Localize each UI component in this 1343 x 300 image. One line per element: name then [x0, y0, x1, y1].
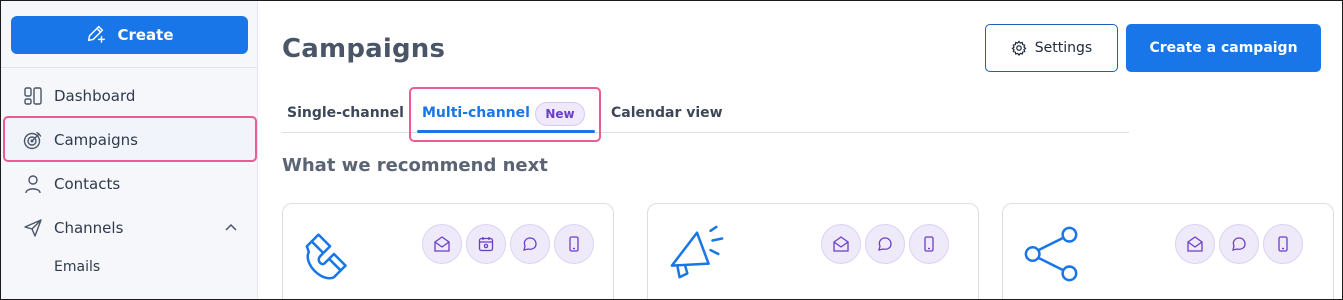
create-campaign-button[interactable]: Create a campaign [1126, 24, 1321, 72]
chat-icon [510, 224, 550, 264]
create-button[interactable]: Create [11, 16, 248, 54]
settings-button[interactable]: Settings [985, 24, 1118, 72]
person-icon [23, 174, 43, 194]
pencil-plus-icon [85, 22, 107, 48]
channel-chips [422, 224, 594, 264]
channel-chips [821, 224, 949, 264]
chevron-up-icon[interactable] [223, 220, 239, 236]
tab-multi-channel[interactable]: Multi-channel [422, 105, 530, 121]
share-icon [1024, 226, 1078, 282]
magnet-icon [305, 233, 347, 280]
sidebar-subitem-emails[interactable]: Emails [54, 259, 100, 275]
email-icon [1175, 224, 1215, 264]
active-tab-indicator [417, 130, 595, 133]
settings-label: Settings [1034, 40, 1093, 56]
target-icon [23, 130, 43, 150]
sidebar-item-campaigns[interactable]: Campaigns [1, 118, 257, 162]
sidebar-divider [1, 67, 257, 68]
email-icon [821, 224, 861, 264]
chat-icon [865, 224, 905, 264]
recommendation-card[interactable] [1002, 203, 1334, 299]
mobile-icon [554, 224, 594, 264]
sidebar-item-label: Campaigns [54, 131, 139, 149]
chat-icon [1219, 224, 1259, 264]
new-badge: New [535, 102, 585, 126]
app-window: Create Dashboard Campaigns Contacts Chan… [0, 0, 1343, 300]
mobile-icon [1263, 224, 1303, 264]
megaphone-icon [670, 225, 724, 279]
sidebar-item-label: Dashboard [54, 87, 136, 105]
section-title: What we recommend next [282, 155, 548, 176]
channel-chips [1175, 224, 1303, 264]
dashboard-icon [23, 86, 43, 106]
tab-calendar-view[interactable]: Calendar view [611, 105, 723, 121]
recommendation-card[interactable] [647, 203, 979, 299]
recommendation-card[interactable] [282, 203, 614, 299]
sidebar-item-dashboard[interactable]: Dashboard [1, 74, 257, 118]
sidebar-item-channels[interactable]: Channels [1, 206, 257, 250]
tab-single-channel[interactable]: Single-channel [287, 105, 404, 121]
sidebar-item-label: Channels [54, 219, 124, 237]
page-title: Campaigns [282, 34, 446, 64]
create-button-label: Create [117, 26, 174, 44]
sidebar: Create Dashboard Campaigns Contacts Chan… [1, 1, 258, 299]
calendar-icon [466, 224, 506, 264]
gear-icon [1011, 40, 1027, 56]
mobile-icon [909, 224, 949, 264]
send-icon [23, 218, 43, 238]
sidebar-item-contacts[interactable]: Contacts [1, 162, 257, 206]
email-icon [422, 224, 462, 264]
sidebar-item-label: Contacts [54, 175, 121, 193]
